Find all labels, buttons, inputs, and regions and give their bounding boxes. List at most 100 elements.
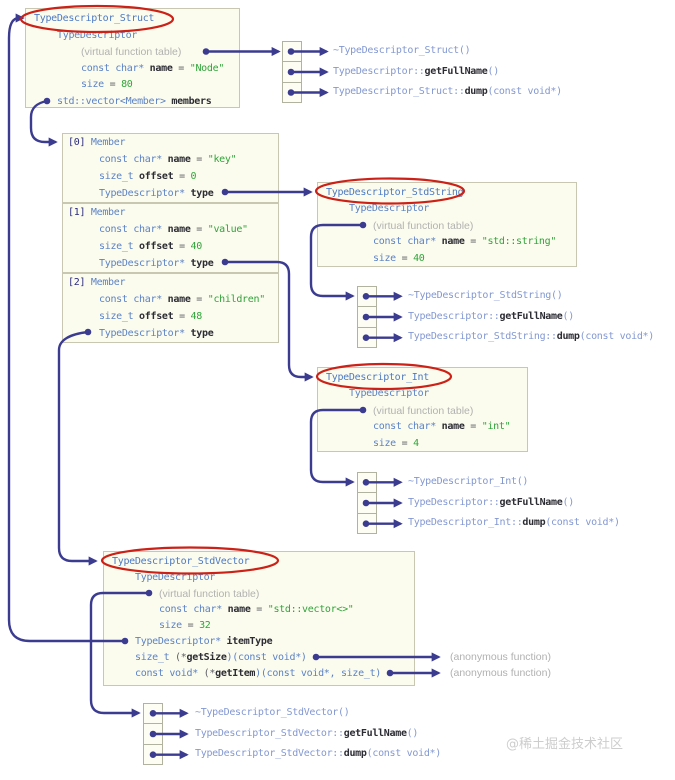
vtable-cell <box>283 62 301 83</box>
code-token: offset <box>133 171 174 182</box>
code-token: (virtual function table) <box>159 588 260 600</box>
code-token: (const void*) <box>366 748 442 760</box>
code-token: (const void*) <box>545 517 620 529</box>
code-row: TypeDescriptor* type <box>63 255 278 272</box>
code-token: TypeDescriptor_StdString <box>326 187 464 198</box>
watermark: @稀土掘金技术社区 <box>506 737 624 752</box>
code-row: const char* name = "int" <box>318 419 527 435</box>
code-token: 32 <box>199 620 211 631</box>
code-row: (virtual function table) <box>104 586 414 602</box>
typedescriptor-stdstring-box: TypeDescriptor_StdString TypeDescriptor (v… <box>317 182 577 267</box>
code-token: TypeDescriptor_StdString:: <box>408 331 557 343</box>
code-token: name <box>161 224 191 235</box>
code-token: ~TypeDescriptor_Int() <box>408 476 529 487</box>
vtable-int <box>357 472 377 534</box>
code-token: TypeDescriptor_Struct <box>34 13 155 24</box>
code-row: TypeDescriptor_Int::dump(const void*) <box>408 513 620 534</box>
code-row: const char* name = "Node" <box>26 61 239 78</box>
code-token: "children" <box>207 294 266 305</box>
code-token: name <box>161 154 191 165</box>
vtable-cell <box>358 473 376 494</box>
code-token: getFullName <box>499 496 563 508</box>
code-row: const char* name = "std::vector<>" <box>104 602 414 618</box>
code-token: Member <box>85 207 126 218</box>
vtable-cell <box>144 724 162 745</box>
code-row: TypeDescriptor <box>104 570 414 586</box>
code-row: size = 80 <box>26 77 239 94</box>
code-row: const void* (*getItem)(const void*, size… <box>104 666 414 682</box>
code-token: const char* <box>99 294 162 305</box>
code-token: "int" <box>481 421 511 433</box>
code-row: size = 4 <box>318 436 527 452</box>
code-row: size = 32 <box>104 618 414 634</box>
code-row: const char* name = "children" <box>63 291 278 308</box>
code-row: const char* name = "value" <box>63 221 278 238</box>
code-row: ~TypeDescriptor_StdVector() <box>195 703 441 724</box>
vtable-cell <box>358 307 376 328</box>
code-token: = <box>250 604 268 615</box>
code-token: (* <box>197 668 216 679</box>
code-token: )(const void*, size_t) <box>255 668 382 679</box>
code-token: = <box>395 437 414 449</box>
code-token: 0 <box>190 171 197 182</box>
code-row: const char* name = "key" <box>63 151 278 168</box>
code-token: TypeDescriptor* <box>135 636 221 647</box>
code-row: const char* name = "std::string" <box>318 234 576 250</box>
code-row: (virtual function table) <box>318 403 527 419</box>
code-row: std::vector<Member> members <box>26 94 239 111</box>
code-token: TypeDescriptor_StdVector:: <box>195 748 344 760</box>
code-token: type <box>184 258 214 269</box>
code-token: TypeDescriptor <box>57 29 138 41</box>
vtable-stdvector <box>143 703 163 765</box>
code-token: getFullName <box>499 310 563 322</box>
code-token: [0] <box>68 137 86 148</box>
vtable-int-labels: ~TypeDescriptor_Int()TypeDescriptor::get… <box>408 472 620 534</box>
code-token: size <box>373 252 396 264</box>
code-token: )(const void*) <box>226 652 307 663</box>
anonymous-function-label: (anonymous function) <box>450 667 551 679</box>
code-token: TypeDescriptor* <box>99 188 185 199</box>
vtable-stdvector-labels: ~TypeDescriptor_StdVector() TypeDescripto… <box>195 703 441 765</box>
code-token: size_t <box>99 171 134 182</box>
code-row: TypeDescriptor::getFullName() <box>408 307 654 328</box>
code-token: () <box>406 727 419 739</box>
code-token: = <box>464 236 482 248</box>
code-row: size_t offset = 0 <box>63 168 278 185</box>
code-token: const char* <box>373 236 436 248</box>
member-2-box: [2] Member const char* name = "children" s… <box>62 273 279 343</box>
code-token: TypeDescriptor <box>135 572 216 583</box>
code-row: [1] Member <box>63 204 278 221</box>
code-token: () <box>487 65 499 77</box>
code-row: TypeDescriptor* type <box>63 185 278 202</box>
code-row: TypeDescriptor_StdVector::getFullName() <box>195 724 441 745</box>
code-token: TypeDescriptor_Int:: <box>408 517 523 529</box>
code-row: TypeDescriptor_StdVector <box>104 554 414 570</box>
code-row: [0] Member <box>63 134 278 151</box>
code-token: std::vector<Member> <box>57 95 166 107</box>
code-token: TypeDescriptor:: <box>333 65 425 77</box>
diagram-canvas: TypeDescriptor_Struct TypeDescriptor (virt… <box>0 0 675 780</box>
code-row: TypeDescriptor* type <box>63 325 278 342</box>
typedescriptor-stdvector-box: TypeDescriptor_StdVector TypeDescriptor (v… <box>103 551 415 686</box>
code-token: [1] <box>68 207 86 218</box>
code-token: TypeDescriptor <box>349 203 430 215</box>
vtable-cell <box>144 704 162 725</box>
member-0-box: [0] Member const char* name = "key" size_t… <box>62 133 279 203</box>
code-token: (const void*) <box>579 331 655 343</box>
code-token: TypeDescriptor:: <box>408 496 500 508</box>
code-token: (virtual function table) <box>81 46 182 59</box>
code-row: ~TypeDescriptor_StdString() <box>408 286 654 307</box>
code-row: size_t (*getSize)(const void*) <box>104 650 414 666</box>
code-token: () <box>562 496 574 508</box>
code-token: name <box>143 62 173 74</box>
code-token: (const void*) <box>487 86 562 98</box>
code-token: dump <box>522 517 546 529</box>
vtable-stdstring <box>357 286 377 348</box>
code-token: "key" <box>207 154 237 165</box>
code-token: type <box>184 328 214 339</box>
vtable-cell <box>358 328 376 347</box>
anonymous-function-label: (anonymous function) <box>450 651 551 663</box>
code-token: TypeDescriptor_Int <box>326 372 429 383</box>
code-token: TypeDescriptor* <box>99 328 185 339</box>
vtable-cell <box>283 42 301 63</box>
